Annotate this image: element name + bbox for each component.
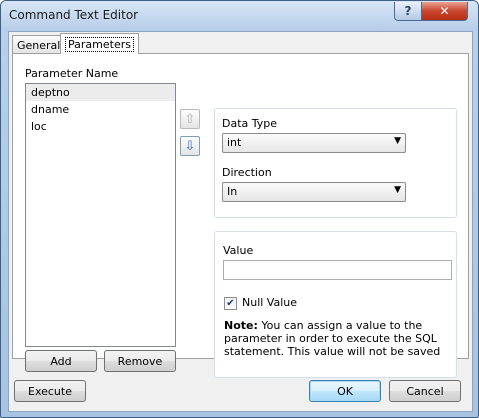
remove-button[interactable]: Remove — [104, 350, 176, 372]
close-icon: ✕ — [439, 4, 450, 18]
help-icon: ? — [404, 4, 412, 18]
null-value-label[interactable]: Null Value — [242, 296, 297, 309]
list-item[interactable]: loc — [26, 118, 175, 135]
execute-button[interactable]: Execute — [14, 380, 86, 402]
tab-parameters-label: Parameters — [65, 36, 134, 52]
value-group: Value ✔ Null Value Note: You can assign … — [214, 231, 457, 378]
list-item[interactable]: deptno — [26, 84, 175, 101]
parameter-list[interactable]: deptno dname loc — [25, 83, 176, 347]
cancel-button[interactable]: Cancel — [389, 380, 461, 402]
close-button[interactable]: ✕ — [421, 2, 468, 21]
null-value-checkbox[interactable]: ✔ — [224, 297, 237, 310]
tab-parameters[interactable]: Parameters — [60, 33, 139, 54]
title-bar[interactable]: Command Text Editor ? ✕ — [1, 1, 478, 31]
chevron-down-icon: ▼ — [394, 136, 401, 146]
note-text: Note: You can assign a value to the para… — [224, 319, 450, 358]
data-type-value: int — [227, 136, 242, 149]
arrow-up-icon: ⇧ — [184, 111, 196, 127]
add-button-label: Add — [50, 354, 72, 368]
add-button[interactable]: Add — [25, 350, 97, 372]
ok-button-label: OK — [337, 384, 353, 398]
list-item[interactable]: dname — [26, 101, 175, 118]
note-label: Note: — [224, 319, 258, 332]
direction-select[interactable]: In ▼ — [222, 182, 406, 202]
arrow-down-icon: ⇩ — [184, 138, 196, 154]
execute-button-label: Execute — [28, 384, 72, 398]
parameters-tab-panel: Parameter Name deptno dname loc ⇧ ⇩ Data… — [12, 53, 469, 378]
help-button[interactable]: ? — [394, 2, 422, 21]
dialog-client-area: General Parameters Parameter Name deptno… — [8, 31, 473, 412]
tab-general[interactable]: General — [12, 35, 66, 54]
ok-button[interactable]: OK — [309, 380, 381, 402]
move-down-button[interactable]: ⇩ — [180, 136, 200, 156]
chevron-down-icon: ▼ — [394, 185, 401, 195]
parameter-name-label: Parameter Name — [25, 67, 119, 80]
command-text-editor-window: Command Text Editor ? ✕ General Paramete… — [0, 0, 479, 418]
data-type-label: Data Type — [222, 117, 278, 130]
data-type-select[interactable]: int ▼ — [222, 133, 406, 153]
move-up-button[interactable]: ⇧ — [180, 109, 200, 129]
direction-label: Direction — [222, 166, 272, 179]
cancel-button-label: Cancel — [406, 384, 444, 398]
direction-value: In — [227, 185, 238, 198]
value-label: Value — [223, 244, 254, 257]
checkmark-icon: ✔ — [226, 297, 235, 309]
value-input[interactable] — [223, 260, 452, 280]
type-direction-group: Data Type int ▼ Direction In ▼ — [214, 108, 457, 218]
window-title: Command Text Editor — [9, 8, 139, 22]
tab-general-label: General — [17, 38, 61, 52]
remove-button-label: Remove — [117, 354, 163, 368]
